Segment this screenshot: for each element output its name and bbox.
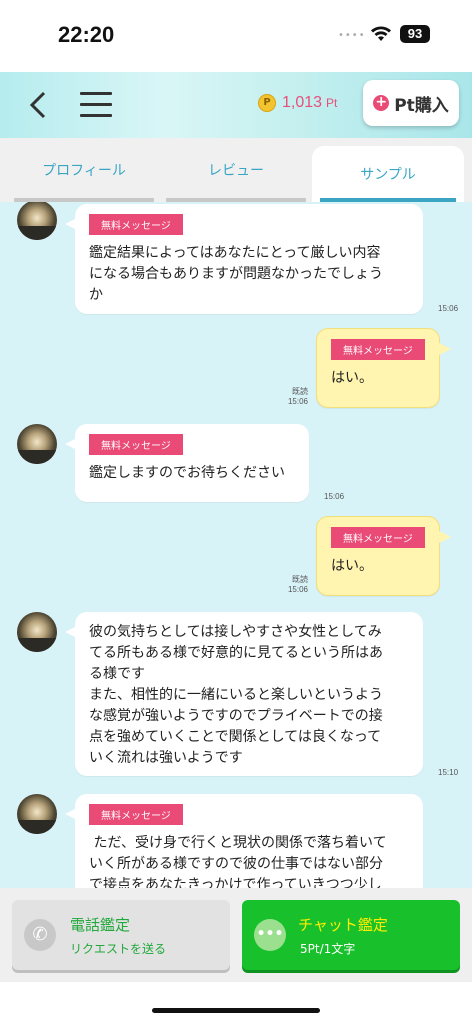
message-text: 鑑定しますのでお待ちください — [89, 465, 285, 481]
battery-icon: 93 — [400, 25, 430, 43]
message-time: 15:06 — [438, 304, 459, 313]
chat-reading-sub: 5Pt/1文字 — [300, 942, 356, 956]
free-message-tag: 無料メッセージ — [89, 214, 183, 235]
message-time: 15:06 — [287, 585, 308, 594]
plus-icon: + — [373, 95, 390, 111]
status-time: 22:20 — [58, 22, 115, 47]
phone-reading-title: 電話鑑定 — [70, 916, 131, 934]
read-label: 既読 — [292, 387, 308, 396]
wifi-icon — [371, 26, 391, 41]
chat-reading-title: チャット鑑定 — [298, 916, 388, 934]
app-header: P 1,013 Pt + Pt購入 — [0, 72, 472, 138]
message-text: はい。 — [331, 558, 373, 574]
message-bubble-advisor: 彼の気持ちとしては接しやすさや女性としてみ てる所もある様で好意的に見てるという… — [65, 612, 423, 776]
points-balance: P 1,013 Pt — [258, 94, 337, 112]
tab-label: プロフィール — [42, 163, 126, 179]
back-icon[interactable] — [26, 90, 52, 120]
tab-profile[interactable]: プロフィール — [14, 138, 154, 202]
read-status: 既読 15:06 — [280, 575, 308, 595]
advisor-avatar[interactable] — [17, 612, 57, 652]
signal-icon: •••• — [338, 30, 366, 41]
hamburger-menu-icon[interactable] — [80, 92, 112, 118]
read-status: 既読 15:06 — [280, 387, 308, 407]
message-time: 15:06 — [324, 492, 345, 501]
message-text: 鑑定結果によってはあなたにとって厳しい内容 になる場合もありますが問題なかったで… — [89, 245, 383, 303]
tab-bar: プロフィール レビュー サンプル — [0, 138, 472, 202]
action-bar: ✆ 電話鑑定 リクエストを送る ••• チャット鑑定 5Pt/1文字 — [0, 888, 472, 982]
message-time: 15:10 — [438, 768, 459, 777]
status-bar: 22:20 •••• 93 — [0, 0, 472, 72]
message-bubble-advisor: 無料メッセージ 鑑定しますのでお待ちください — [65, 424, 309, 502]
free-message-tag: 無料メッセージ — [331, 339, 425, 360]
message-text: ただ、受け身で行くと現状の関係で落ち着いて いく所がある様ですので彼の仕事ではな… — [89, 835, 387, 888]
message-bubble-advisor: 無料メッセージ ただ、受け身で行くと現状の関係で落ち着いて いく所がある様ですの… — [65, 794, 423, 888]
phone-icon: ✆ — [24, 919, 56, 951]
home-indicator-area — [0, 982, 472, 1024]
advisor-avatar[interactable] — [17, 202, 57, 240]
free-message-tag: 無料メッセージ — [89, 804, 183, 825]
message-bubble-user: 無料メッセージ はい。 — [316, 328, 451, 408]
chat-bubble-icon: ••• — [254, 919, 286, 951]
advisor-avatar[interactable] — [17, 424, 57, 464]
points-value: 1,013 — [282, 94, 323, 111]
tab-sample[interactable]: サンプル — [312, 146, 464, 202]
free-message-tag: 無料メッセージ — [331, 527, 425, 548]
advisor-avatar[interactable] — [17, 794, 57, 834]
message-bubble-advisor: 無料メッセージ 鑑定結果によってはあなたにとって厳しい内容 になる場合もあります… — [65, 204, 423, 314]
buy-points-button[interactable]: + Pt購入 — [363, 80, 459, 126]
message-bubble-user: 無料メッセージ はい。 — [316, 516, 451, 596]
tab-review[interactable]: レビュー — [166, 138, 306, 202]
phone-reading-button[interactable]: ✆ 電話鑑定 リクエストを送る — [12, 900, 230, 970]
points-unit: Pt — [326, 96, 338, 110]
home-indicator[interactable] — [152, 1008, 320, 1013]
coin-icon: P — [258, 94, 276, 112]
phone-reading-sub: リクエストを送る — [70, 942, 167, 956]
free-message-tag: 無料メッセージ — [89, 434, 183, 455]
chat-reading-button[interactable]: ••• チャット鑑定 5Pt/1文字 — [242, 900, 460, 970]
buy-points-label: Pt購入 — [394, 95, 449, 116]
tab-label: サンプル — [360, 167, 416, 183]
message-time: 15:06 — [287, 397, 308, 406]
message-text: はい。 — [331, 370, 373, 386]
read-label: 既読 — [292, 575, 308, 584]
tab-label: レビュー — [208, 163, 264, 179]
message-text: 彼の気持ちとしては接しやすさや女性としてみ てる所もある様で好意的に見てるという… — [89, 624, 383, 766]
chat-area[interactable]: 無料メッセージ 鑑定結果によってはあなたにとって厳しい内容 になる場合もあります… — [0, 202, 472, 888]
